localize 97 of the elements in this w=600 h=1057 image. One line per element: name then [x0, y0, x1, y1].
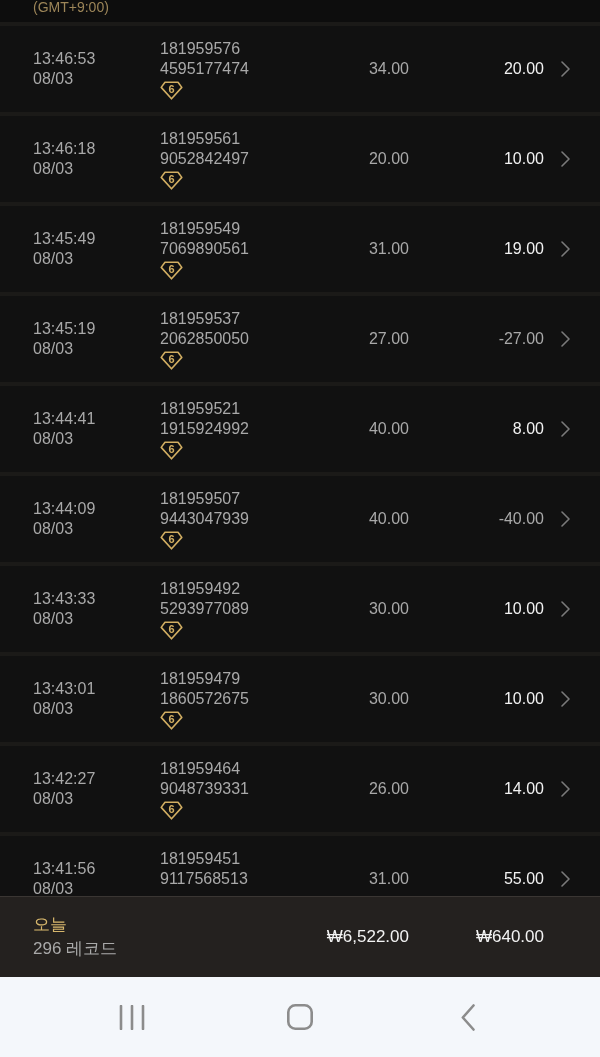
- id-text: 1860572675: [160, 688, 249, 709]
- timezone-text: (GMT+9:00): [33, 0, 109, 14]
- result-amount: 55.00: [503, 869, 544, 889]
- record-count: 296 레코드: [33, 938, 118, 960]
- amount-text: 26.00: [368, 779, 409, 799]
- chevron-right-icon: [561, 151, 570, 167]
- amount-text: 34.00: [368, 59, 409, 79]
- total-amount: ₩6,522.00: [326, 926, 409, 948]
- id-text: 181959576: [160, 38, 241, 59]
- id-text: 5293977089: [160, 598, 249, 619]
- date-text: 08/03: [33, 699, 74, 719]
- chevron-right-icon: [561, 781, 570, 797]
- record-row[interactable]: 13:45:19 08/03 181959537 2062850050 6 27.00 -27.00: [0, 292, 600, 382]
- id-text: 181959537: [160, 308, 241, 329]
- chevron-right-icon: [561, 601, 570, 617]
- total-amount: ₩640.00: [475, 926, 544, 948]
- id-text: 181959479: [160, 668, 241, 689]
- date-text: 08/03: [33, 879, 74, 896]
- home-icon[interactable]: [287, 1004, 313, 1030]
- result-amount: 8.00: [512, 419, 544, 439]
- date-text: 08/03: [33, 339, 74, 359]
- amount-text: 30.00: [368, 599, 409, 619]
- record-row[interactable]: 13:44:09 08/03 181959507 9443047939 6 40.00 -40.00: [0, 472, 600, 562]
- level-badge: 6: [160, 620, 183, 640]
- record-row[interactable]: 13:46:18 08/03 181959561 9052842497 6 20.00 10.00: [0, 112, 600, 202]
- time-text: 13:43:33: [33, 589, 96, 609]
- time-text: 13:44:41: [33, 409, 96, 429]
- result-amount: 10.00: [503, 599, 544, 619]
- time-text: 13:45:19: [33, 319, 96, 339]
- chevron-right-icon: [561, 511, 570, 527]
- level-badge: 6: [160, 710, 183, 730]
- record-row[interactable]: 13:42:27 08/03 181959464 9048739331 6 26.00 14.00: [0, 742, 600, 832]
- time-text: 13:46:18: [33, 139, 96, 159]
- result-amount: 19.00: [503, 239, 544, 259]
- chevron-right-icon: [561, 331, 570, 347]
- chevron-right-icon: [561, 241, 570, 257]
- id-text: 181959549: [160, 218, 241, 239]
- level-badge: 6: [160, 260, 183, 280]
- amount-text: 40.00: [368, 419, 409, 439]
- id-text: 2062850050: [160, 328, 249, 349]
- level-badge: 6: [160, 440, 183, 460]
- level-badge: 6: [160, 530, 183, 550]
- id-text: 181959561: [160, 128, 241, 149]
- amount-text: 31.00: [368, 239, 409, 259]
- date-text: 08/03: [33, 519, 74, 539]
- record-row[interactable]: 13:44:41 08/03 181959521 1915924992 6 40.00 8.00: [0, 382, 600, 472]
- date-text: 08/03: [33, 69, 74, 89]
- date-text: 08/03: [33, 249, 74, 269]
- back-icon[interactable]: [461, 1003, 475, 1031]
- record-row[interactable]: 13:41:56 08/03 181959451 9117568513 31.00 55.00: [0, 832, 600, 896]
- id-text: 7069890561: [160, 238, 249, 259]
- time-text: 13:44:09: [33, 499, 96, 519]
- id-text: 181959464: [160, 758, 241, 779]
- amount-text: 27.00: [368, 329, 409, 349]
- date-text: 08/03: [33, 789, 74, 809]
- id-text: 4595177474: [160, 58, 249, 79]
- level-badge: 6: [160, 170, 183, 190]
- record-row[interactable]: 13:45:49 08/03 181959549 7069890561 6 31.00 19.00: [0, 202, 600, 292]
- level-badge: 6: [160, 80, 183, 100]
- time-text: 13:42:27: [33, 769, 96, 789]
- id-text: 181959451: [160, 848, 241, 869]
- period-label: 오늘: [33, 914, 67, 936]
- result-amount: 14.00: [503, 779, 544, 799]
- id-text: 181959492: [160, 578, 241, 599]
- chevron-right-icon: [561, 61, 570, 77]
- record-row[interactable]: 13:43:01 08/03 181959479 1860572675 6 30.00 10.00: [0, 652, 600, 742]
- id-text: 181959507: [160, 488, 241, 509]
- chevron-right-icon: [561, 691, 570, 707]
- result-amount: -27.00: [498, 329, 544, 349]
- chevron-right-icon: [561, 871, 570, 887]
- id-text: 181959521: [160, 398, 241, 419]
- date-text: 08/03: [33, 159, 74, 179]
- time-text: 13:41:56: [33, 859, 96, 879]
- time-text: 13:46:53: [33, 49, 96, 69]
- result-amount: 10.00: [503, 689, 544, 709]
- time-text: 13:45:49: [33, 229, 96, 249]
- amount-text: 30.00: [368, 689, 409, 709]
- result-amount: 20.00: [503, 59, 544, 79]
- date-text: 08/03: [33, 429, 74, 449]
- level-badge: 6: [160, 350, 183, 370]
- record-row[interactable]: 13:46:53 08/03 181959576 4595177474 6 34.00 20.00: [0, 22, 600, 112]
- id-text: 9052842497: [160, 148, 249, 169]
- id-text: 9443047939: [160, 508, 249, 529]
- date-text: 08/03: [33, 609, 74, 629]
- id-text: 1915924992: [160, 418, 249, 439]
- amount-text: 31.00: [368, 869, 409, 889]
- level-badge: 6: [160, 800, 183, 820]
- record-row[interactable]: 13:43:33 08/03 181959492 5293977089 6 30.00 10.00: [0, 562, 600, 652]
- id-text: 9048739331: [160, 778, 249, 799]
- recent-apps-icon[interactable]: [119, 1004, 145, 1030]
- amount-text: 20.00: [368, 149, 409, 169]
- result-amount: 10.00: [503, 149, 544, 169]
- amount-text: 40.00: [368, 509, 409, 529]
- chevron-right-icon: [561, 421, 570, 437]
- id-text: 9117568513: [160, 868, 248, 889]
- time-text: 13:43:01: [33, 679, 96, 699]
- result-amount: -40.00: [498, 509, 544, 529]
